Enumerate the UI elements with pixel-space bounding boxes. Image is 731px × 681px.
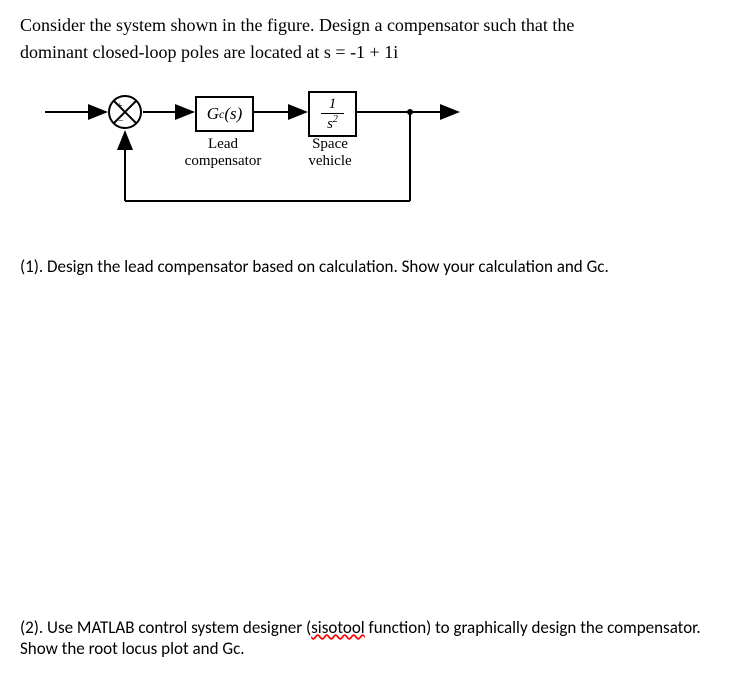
problem-statement: Consider the system shown in the figure.… bbox=[20, 12, 711, 66]
question-1-text: (1). Design the lead compensator based o… bbox=[20, 256, 609, 277]
space-label-line2: vehicle bbox=[308, 153, 351, 169]
problem-line2-prefix: dominant closed-loop poles are located a… bbox=[20, 42, 324, 62]
plant-numerator: 1 bbox=[321, 97, 345, 114]
lead-compensator-block: Gc(s) bbox=[195, 96, 254, 132]
question-2-prefix: (2). Use MATLAB control system designer … bbox=[20, 617, 311, 638]
sum-plus: + bbox=[117, 101, 123, 112]
problem-equation: s = -1 + 1i bbox=[324, 42, 398, 62]
plant-den-sup: 2 bbox=[333, 114, 338, 125]
space-label-line1: Space bbox=[312, 136, 348, 152]
sum-minus: − bbox=[118, 116, 124, 127]
gc-s: (s) bbox=[224, 104, 242, 124]
problem-line1: Consider the system shown in the figure.… bbox=[20, 15, 574, 35]
block-diagram: + − Gc(s) 1 s2 Lead compensator Space ve… bbox=[40, 86, 460, 226]
plant-denominator: s2 bbox=[327, 114, 338, 132]
lead-label-line2: compensator bbox=[185, 153, 262, 169]
question-2-tool: sisotool bbox=[311, 617, 365, 638]
space-vehicle-label: Space vehicle bbox=[280, 136, 380, 170]
lead-compensator-label: Lead compensator bbox=[173, 136, 273, 170]
lead-label-line1: Lead bbox=[208, 136, 238, 152]
question-2: (2). Use MATLAB control system designer … bbox=[20, 617, 711, 659]
question-1: (1). Design the lead compensator based o… bbox=[20, 256, 711, 277]
gc-G: G bbox=[207, 104, 219, 124]
plant-block: 1 s2 bbox=[308, 91, 357, 137]
summing-junction: + − bbox=[107, 94, 143, 130]
